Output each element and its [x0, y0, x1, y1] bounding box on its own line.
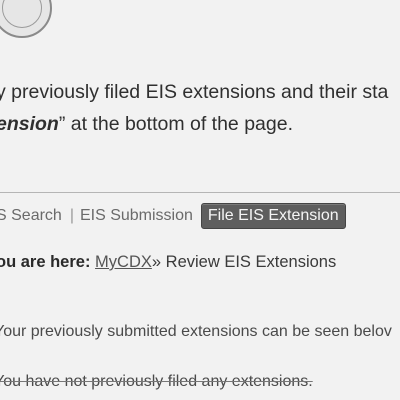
tab-separator: |: [69, 207, 74, 224]
no-extensions-message: You have not previously filed any extens…: [0, 373, 313, 391]
tab-file-eis-extension[interactable]: File EIS Extension: [200, 203, 346, 229]
agency-seal-inner-ring: [2, 0, 42, 28]
no-extensions-text: You have not previously filed any extens…: [0, 373, 313, 390]
tab-eis-submission[interactable]: EIS Submission: [80, 207, 201, 225]
tab-eis-search[interactable]: S Search: [0, 207, 70, 225]
intro-line-2: ension” at the bottom of the page.: [0, 108, 400, 140]
intro-emphasis: ension: [0, 113, 59, 135]
intro-text: y previously filed EIS extensions and th…: [0, 76, 400, 140]
agency-seal-logo: [0, 0, 52, 38]
intro-line-1: y previously filed EIS extensions and th…: [0, 81, 389, 103]
breadcrumb-link-mycdx[interactable]: MyCDX: [95, 253, 152, 271]
breadcrumb-label: ou are here:: [0, 253, 91, 271]
page: y previously filed EIS extensions and th…: [0, 0, 400, 400]
intro-line-2-rest: ” at the bottom of the page.: [58, 113, 293, 135]
breadcrumb-current: » Review EIS Extensions: [151, 253, 337, 271]
tab-bar: S Search | EIS Submission File EIS Exten…: [0, 203, 346, 229]
submitted-extensions-info: Your previously submitted extensions can…: [0, 323, 392, 340]
section-divider: [0, 192, 400, 193]
breadcrumb: ou are here: MyCDX» Review EIS Extension…: [0, 253, 336, 272]
